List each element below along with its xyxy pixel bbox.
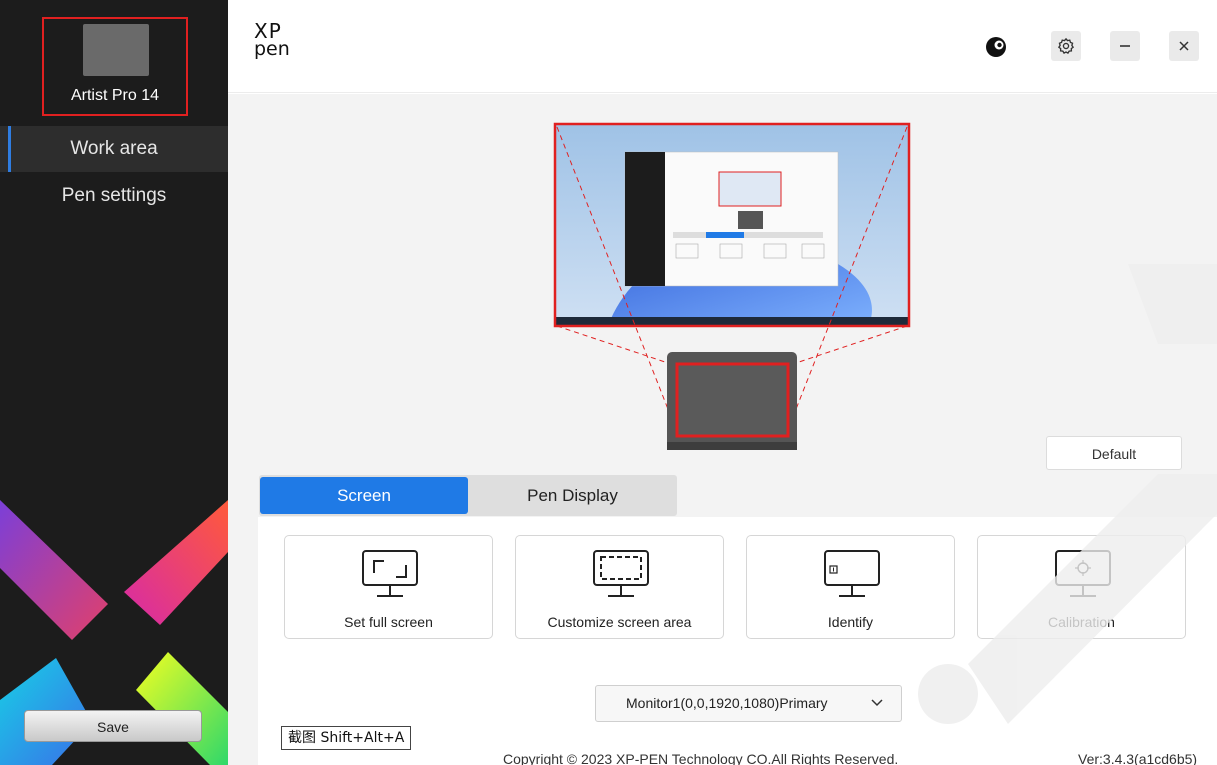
minimize-icon[interactable] (1110, 31, 1140, 61)
calibration-monitor-icon (1055, 550, 1111, 597)
tab-screen[interactable]: Screen (260, 477, 468, 514)
mapping-preview (553, 122, 911, 450)
mapping-tabs: Screen Pen Display (259, 475, 677, 516)
brand-x-graphic (0, 500, 228, 765)
close-icon[interactable] (1169, 31, 1199, 61)
tablet-preview (667, 352, 797, 450)
work-area-panel: Default Screen Pen Display Set full scre… (228, 94, 1217, 765)
screenshot-tooltip: 截图 Shift+Alt+A (281, 726, 412, 750)
default-button[interactable]: Default (1046, 436, 1182, 470)
screen-thumbnail (553, 122, 911, 328)
gear-icon[interactable] (1051, 31, 1081, 61)
set-full-screen-button[interactable]: Set full screen (284, 535, 493, 639)
identify-button[interactable]: Identify (746, 535, 955, 639)
chevron-down-icon (871, 699, 883, 707)
sidebar: Artist Pro 14 Work area Pen settings Sav… (0, 0, 228, 765)
custom-area-monitor-icon (593, 550, 649, 597)
copyright-text: Copyright © 2023 XP-PEN Technology CO.Al… (503, 751, 899, 765)
save-button[interactable]: Save (24, 710, 202, 742)
xppen-logo: XP pen (254, 19, 290, 60)
monitor-select-value: Monitor1(0,0,1920,1080)Primary (626, 695, 828, 711)
full-screen-monitor-icon (362, 550, 418, 597)
identify-monitor-icon (824, 550, 880, 597)
calibration-button[interactable]: Calibration (977, 535, 1186, 639)
brand-icon[interactable] (981, 31, 1011, 61)
monitor-select[interactable]: Monitor1(0,0,1920,1080)Primary (595, 685, 902, 722)
version-text: Ver:3.4.3(a1cd6b5) (1078, 751, 1198, 765)
customize-screen-area-button[interactable]: Customize screen area (515, 535, 724, 639)
header: XP pen (228, 0, 1217, 93)
tab-pen-display[interactable]: Pen Display (469, 477, 676, 514)
